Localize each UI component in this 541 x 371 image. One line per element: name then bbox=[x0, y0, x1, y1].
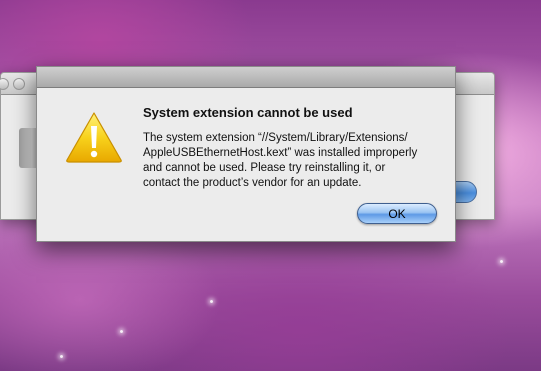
desktop-sparkle bbox=[210, 300, 213, 303]
alert-dialog: System extension cannot be used The syst… bbox=[36, 66, 456, 242]
alert-message: The system extension “//System/Library/E… bbox=[143, 132, 418, 189]
ok-button[interactable]: OK bbox=[357, 203, 437, 224]
dialog-top-bar bbox=[37, 67, 455, 88]
warning-triangle-icon bbox=[66, 112, 122, 163]
minimize-window-button[interactable] bbox=[13, 78, 25, 90]
desktop-sparkle bbox=[120, 330, 123, 333]
desktop-sparkle bbox=[60, 355, 63, 358]
close-window-button[interactable] bbox=[0, 78, 9, 90]
desktop-sparkle bbox=[500, 260, 503, 263]
alert-title: System extension cannot be used bbox=[143, 105, 353, 120]
